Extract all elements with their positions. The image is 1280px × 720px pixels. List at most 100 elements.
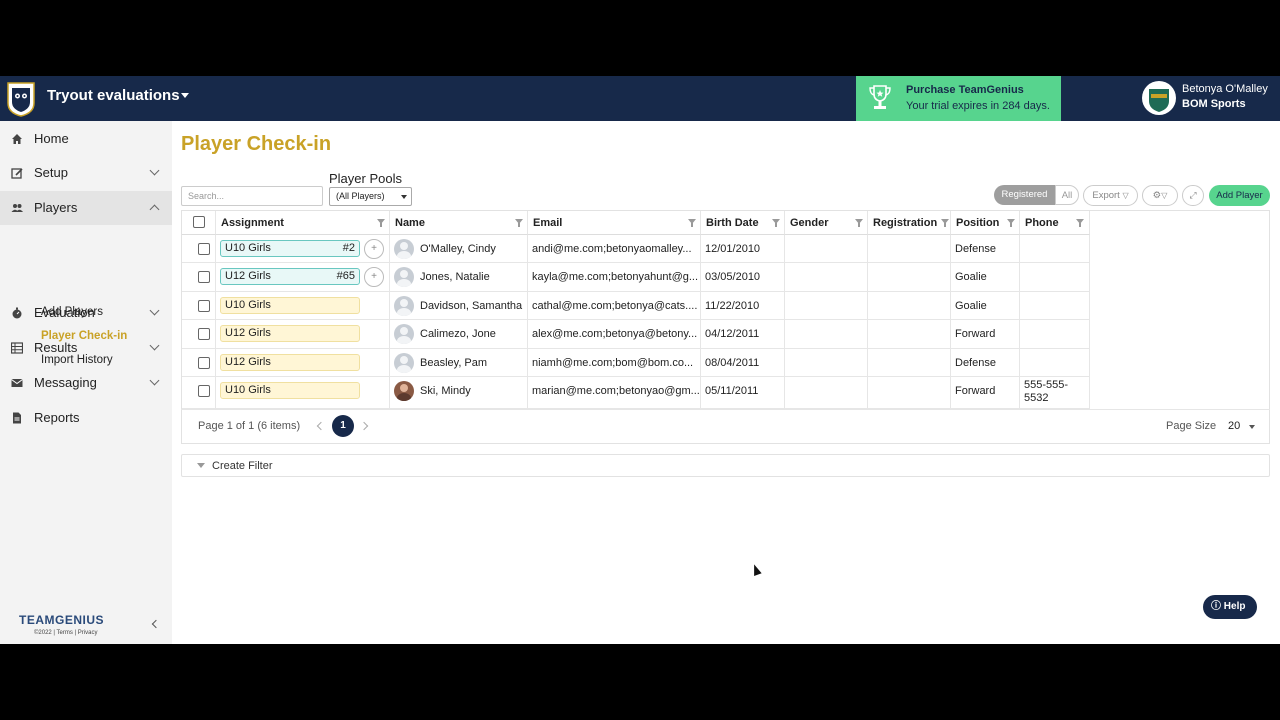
filter-icon[interactable] <box>1007 219 1015 227</box>
cell-birth: 11/22/2010 <box>705 300 760 312</box>
export-button[interactable]: Export ▽ <box>1083 185 1138 206</box>
caret-down-icon[interactable] <box>1249 425 1255 429</box>
sidebar-item-home[interactable]: Home <box>0 122 172 156</box>
sidebar-item-label: Players <box>34 200 78 215</box>
column-header-phone[interactable]: Phone <box>1020 211 1090 235</box>
expand-button[interactable]: ⤢ <box>1182 185 1204 206</box>
table-cell-registration <box>868 263 951 292</box>
jersey-number: #65 <box>336 270 355 282</box>
player-avatar[interactable] <box>394 296 414 316</box>
column-header-label: Phone <box>1025 217 1059 229</box>
assignment-tag[interactable]: U12 Girls <box>220 325 360 342</box>
table-cell-chk <box>182 292 216 320</box>
caret-down-icon[interactable] <box>181 93 189 98</box>
page-size-select[interactable]: 20 <box>1228 420 1240 432</box>
cell-email: marian@me.com;betonyao@gm... <box>532 385 700 397</box>
toggle-all[interactable]: All <box>1055 185 1079 205</box>
column-header-name[interactable]: Name <box>390 211 528 235</box>
promo-title: Purchase TeamGenius <box>906 84 1024 96</box>
column-header-assignment[interactable]: Assignment <box>216 211 390 235</box>
filter-icon[interactable] <box>1076 219 1084 227</box>
assignment-tag[interactable]: U12 Girls <box>220 354 360 371</box>
footer-legal[interactable]: ©2022 | Terms | Privacy <box>34 630 97 636</box>
assignment-label: U12 Girls <box>225 270 271 282</box>
row-checkbox[interactable] <box>198 385 210 397</box>
sidebar-item-evaluation[interactable]: Evaluation <box>0 296 172 330</box>
player-name[interactable]: Ski, Mindy <box>420 385 471 397</box>
owl-shield-logo-icon[interactable] <box>6 81 36 117</box>
column-header-gender[interactable]: Gender <box>785 211 868 235</box>
select-all-checkbox[interactable] <box>193 216 205 228</box>
table-cell-assignment: U12 Girls <box>216 349 390 377</box>
add-number-button[interactable]: + <box>364 239 384 259</box>
user-org[interactable]: BOM Sports <box>1182 98 1246 110</box>
user-name[interactable]: Betonya O'Malley <box>1182 83 1268 95</box>
player-avatar[interactable] <box>394 324 414 344</box>
jersey-number: #2 <box>342 242 355 254</box>
chevron-right-icon[interactable] <box>359 421 369 431</box>
search-input[interactable]: Search... <box>181 186 323 206</box>
player-name[interactable]: Calimezo, Jone <box>420 328 496 340</box>
player-pools-label: Player Pools <box>329 171 402 186</box>
sidebar-item-reports[interactable]: Reports <box>0 401 172 435</box>
assignment-tag[interactable]: U10 Girls <box>220 382 360 399</box>
player-avatar[interactable] <box>394 239 414 259</box>
row-checkbox[interactable] <box>198 271 210 283</box>
player-name[interactable]: Davidson, Samantha <box>420 300 522 312</box>
promo-subtitle: Your trial expires in 284 days. <box>906 100 1050 112</box>
assignment-tag[interactable]: U12 Girls #65 <box>220 268 360 285</box>
player-name[interactable]: Jones, Natalie <box>420 271 490 283</box>
column-header-label: Gender <box>790 217 829 229</box>
row-checkbox[interactable] <box>198 357 210 369</box>
sidebar-item-messaging[interactable]: Messaging <box>0 366 172 400</box>
table-cell-birth: 03/05/2010 <box>701 263 785 292</box>
sidebar-item-label: Home <box>34 131 69 146</box>
filter-icon[interactable] <box>772 219 780 227</box>
org-avatar[interactable] <box>1142 81 1176 115</box>
player-avatar[interactable] <box>394 381 414 401</box>
player-name[interactable]: O'Malley, Cindy <box>420 243 496 255</box>
sidebar-item-setup[interactable]: Setup <box>0 156 172 190</box>
column-header-email[interactable]: Email <box>528 211 701 235</box>
row-checkbox[interactable] <box>198 243 210 255</box>
row-checkbox[interactable] <box>198 328 210 340</box>
purchase-banner[interactable]: Purchase TeamGenius Your trial expires i… <box>856 76 1061 121</box>
column-header-birth-date[interactable]: Birth Date <box>701 211 785 235</box>
chevron-down-icon <box>149 340 160 351</box>
filter-icon[interactable] <box>688 219 696 227</box>
table-cell-birth: 12/01/2010 <box>701 235 785 263</box>
row-checkbox[interactable] <box>198 300 210 312</box>
table-cell-gender <box>785 320 868 349</box>
toggle-registered[interactable]: Registered <box>994 185 1055 205</box>
filter-icon[interactable] <box>377 219 385 227</box>
collapse-sidebar-icon[interactable] <box>151 619 161 629</box>
column-header-position[interactable]: Position <box>951 211 1020 235</box>
add-player-button[interactable]: Add Player <box>1209 185 1270 206</box>
filter-icon[interactable] <box>855 219 863 227</box>
settings-button[interactable]: ⚙▽ <box>1142 185 1178 206</box>
chevron-left-icon[interactable] <box>316 421 326 431</box>
help-button[interactable]: ⓘ Help <box>1203 595 1257 619</box>
page-button-current[interactable]: 1 <box>332 415 354 437</box>
app-title[interactable]: Tryout evaluations <box>47 87 180 104</box>
table-cell-phone <box>1020 349 1090 377</box>
assignment-tag[interactable]: U10 Girls #2 <box>220 240 360 257</box>
pagination-bar: Page 1 of 1 (6 items) 1 Page Size 20 <box>181 409 1270 443</box>
player-pools-select[interactable]: (All Players) <box>329 187 412 206</box>
expand-icon: ⤢ <box>1189 190 1197 200</box>
assignment-tag[interactable]: U10 Girls <box>220 297 360 314</box>
column-header-registration[interactable]: Registration <box>868 211 951 235</box>
player-name[interactable]: Beasley, Pam <box>420 357 487 369</box>
add-number-button[interactable]: + <box>364 267 384 287</box>
player-avatar[interactable] <box>394 267 414 287</box>
create-filter-bar[interactable]: Create Filter <box>181 454 1270 477</box>
filter-icon[interactable] <box>515 219 523 227</box>
sidebar-item-players[interactable]: Players <box>0 191 172 225</box>
cell-email: niamh@me.com;bom@bom.co... <box>532 357 694 369</box>
table-cell-gender <box>785 235 868 263</box>
assignment-label: U10 Girls <box>225 299 271 311</box>
table-cell-position: Forward <box>951 377 1020 409</box>
sidebar-item-results[interactable]: Results <box>0 331 172 365</box>
filter-icon[interactable] <box>941 219 949 227</box>
player-avatar[interactable] <box>394 353 414 373</box>
